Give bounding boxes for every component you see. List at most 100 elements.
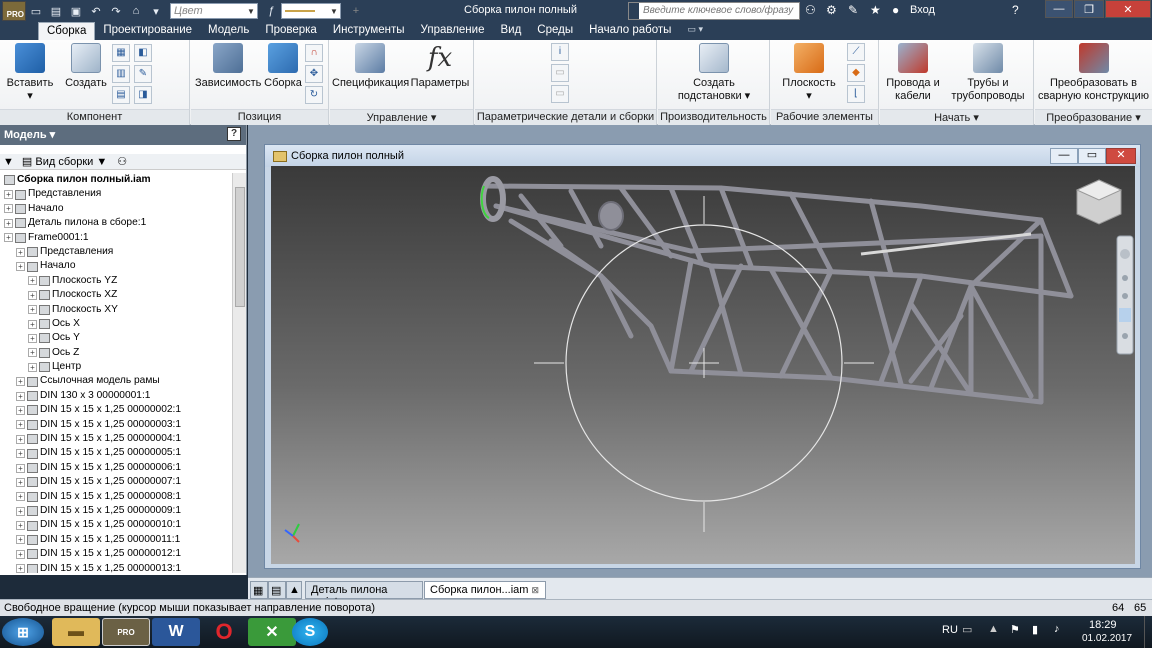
new-icon[interactable]: ▭ <box>27 2 45 20</box>
maximize-button[interactable]: ❐ <box>1074 0 1104 18</box>
tab-getstarted[interactable]: Начало работы <box>581 22 679 40</box>
login-link[interactable]: Вход <box>910 4 935 16</box>
color-combo[interactable]: Цвет ▼ <box>170 3 258 19</box>
binoculars-icon[interactable]: ⚇ <box>805 3 816 17</box>
expand-toggle-icon[interactable]: + <box>16 549 25 559</box>
scrollbar-thumb[interactable] <box>235 187 245 307</box>
parameters-button[interactable]: fx Параметры <box>410 43 470 90</box>
expand-toggle-icon[interactable]: + <box>28 348 37 358</box>
steering-wheel-icon[interactable] <box>1120 249 1130 259</box>
tree-node[interactable]: + DIN 15 x 15 x 1,25 00000008:1 <box>0 490 232 504</box>
expand-toggle-icon[interactable]: + <box>28 319 37 329</box>
info-icon[interactable]: i <box>551 43 569 61</box>
tree-node[interactable]: + DIN 15 x 15 x 1,25 00000006:1 <box>0 461 232 475</box>
expand-toggle-icon[interactable]: + <box>28 333 37 343</box>
expand-toggle-icon[interactable]: + <box>16 434 25 444</box>
tray-arrow-icon[interactable]: ▲ <box>988 623 999 635</box>
doc-restore-button[interactable]: ▭ <box>1078 148 1106 164</box>
tree-node[interactable]: + DIN 130 x 3 00000001:1 <box>0 389 232 403</box>
tree-node[interactable]: + DIN 15 x 15 x 1,25 00000013:1 <box>0 562 232 573</box>
table-icon[interactable]: ▭ <box>551 64 569 82</box>
skype-icon[interactable]: S <box>292 618 328 646</box>
tree-node[interactable]: + Плоскость XZ <box>0 288 232 302</box>
tree-node[interactable]: + DIN 15 x 15 x 1,25 00000002:1 <box>0 403 232 417</box>
rotate-icon[interactable]: ↻ <box>305 86 323 104</box>
ribbon-toggle-icon[interactable]: ▭ ▾ <box>679 22 711 40</box>
tube-pipe-button[interactable]: Трубы и трубопроводы <box>946 43 1030 103</box>
close-tab-icon[interactable]: ⊠ <box>532 585 540 595</box>
tree-node[interactable]: + Представления <box>0 187 232 201</box>
move-icon[interactable]: ✥ <box>305 65 323 83</box>
filter-icon[interactable]: ▼ <box>3 156 14 168</box>
zoom-icon[interactable] <box>1122 293 1128 299</box>
undo-icon[interactable]: ↶ <box>87 2 105 20</box>
bom-button[interactable]: Спецификация <box>332 43 409 90</box>
tree-node[interactable]: + Плоскость YZ <box>0 274 232 288</box>
redo-icon[interactable]: ↷ <box>107 2 125 20</box>
volume-icon[interactable]: ♪ <box>1054 623 1060 635</box>
grip-icon[interactable]: ◨ <box>134 86 152 104</box>
magnet-icon[interactable]: ∩ <box>305 44 323 62</box>
pan-icon[interactable] <box>1122 275 1128 281</box>
view-selector[interactable]: ▤ Вид сборки ▼ <box>22 155 107 168</box>
mirror-icon[interactable]: ◧ <box>134 44 152 62</box>
generate-icon[interactable]: ▭ <box>551 85 569 103</box>
expand-toggle-icon[interactable]: + <box>16 391 25 401</box>
tree-node[interactable]: Сборка пилон полный.iam <box>0 173 232 187</box>
line-weight-combo[interactable]: ▼ <box>281 3 341 19</box>
tab-environments[interactable]: Среды <box>529 22 581 40</box>
assemble-button[interactable]: Сборка <box>263 43 303 90</box>
tree-node[interactable]: + DIN 15 x 15 x 1,25 00000010:1 <box>0 518 232 532</box>
tab-view[interactable]: Вид <box>492 22 529 40</box>
expand-toggle-icon[interactable]: + <box>16 420 25 430</box>
keyboard-icon[interactable]: ▭ <box>962 623 972 636</box>
doc-tab-assembly[interactable]: Сборка пилон...iam ⊠ <box>424 581 546 599</box>
tree-node[interactable]: + DIN 15 x 15 x 1,25 00000009:1 <box>0 504 232 518</box>
3d-viewport[interactable] <box>271 166 1135 564</box>
tree-node[interactable]: + DIN 15 x 15 x 1,25 00000011:1 <box>0 533 232 547</box>
app-menu-button[interactable]: PRO <box>2 1 26 21</box>
browser-title[interactable]: Модель <box>4 129 47 141</box>
doc-minimize-button[interactable]: — <box>1050 148 1078 164</box>
constraint-button[interactable]: Зависимость <box>195 43 261 90</box>
look-at-icon[interactable] <box>1122 333 1128 339</box>
tree-node[interactable]: + Плоскость XY <box>0 303 232 317</box>
expand-toggle-icon[interactable]: + <box>28 305 37 315</box>
tree-node[interactable]: + Frame0001:1 <box>0 231 232 245</box>
language-indicator[interactable]: RU <box>942 624 958 636</box>
expand-toggle-icon[interactable]: + <box>4 233 13 243</box>
tree-node[interactable]: + Ось X <box>0 317 232 331</box>
cable-harness-button[interactable]: Провода и кабели <box>882 43 944 103</box>
help-button[interactable]: ? <box>227 127 241 141</box>
create-substitutes-button[interactable]: Создать подстановки ▾ <box>668 43 760 103</box>
tree-node[interactable]: + Ось Z <box>0 346 232 360</box>
create-button[interactable]: Создать <box>62 43 110 90</box>
expand-toggle-icon[interactable]: + <box>28 362 37 372</box>
insert-button[interactable]: Вставить ▾ <box>6 43 54 103</box>
expand-toggle-icon[interactable]: + <box>4 204 13 214</box>
close-button[interactable]: ✕ <box>1105 0 1151 18</box>
copy-icon[interactable]: ▥ <box>112 65 130 83</box>
axis-icon[interactable]: ⟋ <box>847 43 865 61</box>
tools-app-icon[interactable]: ✕ <box>248 618 296 646</box>
expand-toggle-icon[interactable]: + <box>16 377 25 387</box>
expand-toggle-icon[interactable]: + <box>16 405 25 415</box>
tab-design[interactable]: Проектирование <box>95 22 200 40</box>
minimize-button[interactable]: — <box>1045 0 1073 18</box>
pattern-icon[interactable]: ▦ <box>112 44 130 62</box>
tool-icon[interactable]: ✎ <box>848 3 858 17</box>
expand-toggle-icon[interactable]: + <box>16 247 25 257</box>
tab-inspect[interactable]: Проверка <box>257 22 325 40</box>
show-desktop-button[interactable] <box>1144 616 1152 648</box>
plus-icon[interactable]: + <box>347 2 365 20</box>
tree-node[interactable]: + DIN 15 x 15 x 1,25 00000005:1 <box>0 446 232 460</box>
expand-toggle-icon[interactable]: + <box>16 492 25 502</box>
home-icon[interactable]: ⌂ <box>127 2 145 20</box>
doc-tab-part[interactable]: Деталь пилона в...ipt <box>305 581 423 608</box>
clock-date[interactable]: 01.02.2017 <box>1082 633 1132 644</box>
start-button[interactable]: ⊞ <box>2 618 44 646</box>
expand-toggle-icon[interactable]: + <box>16 521 25 531</box>
tree-node[interactable]: + Ось Y <box>0 331 232 345</box>
expand-toggle-icon[interactable]: + <box>28 276 37 286</box>
expand-toggle-icon[interactable]: + <box>16 564 25 573</box>
